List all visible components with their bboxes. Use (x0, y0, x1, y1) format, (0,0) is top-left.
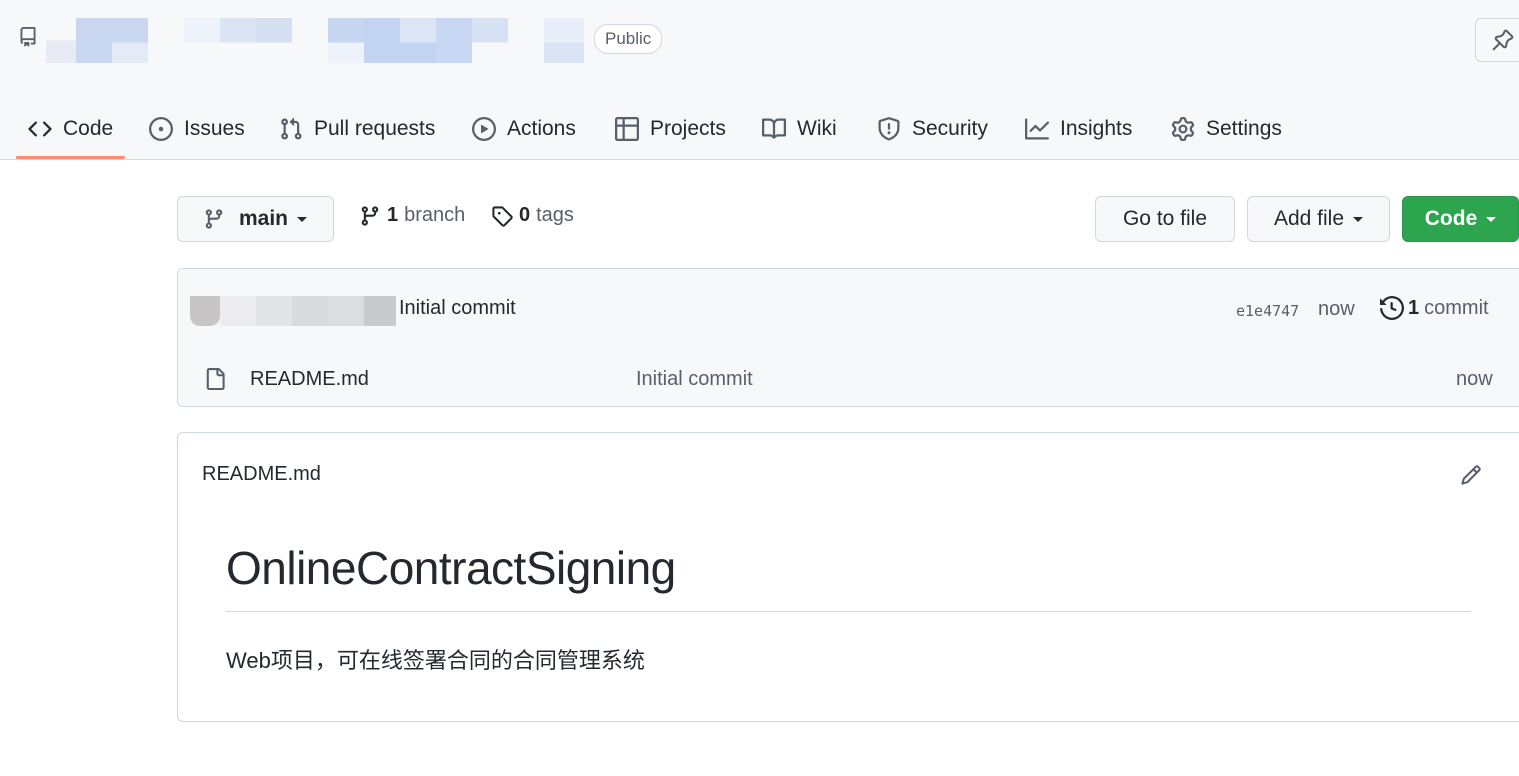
table-icon (615, 116, 639, 141)
code-icon (28, 120, 52, 137)
readme-heading: OnlineContractSigning (226, 542, 676, 594)
book-icon (762, 117, 786, 139)
redacted-commit-author[interactable] (190, 296, 396, 326)
play-icon (472, 116, 496, 141)
tab-issues[interactable]: Issues (149, 100, 245, 157)
tag-label: tags (536, 204, 574, 226)
file-browser: Initial commit e1e4747 now 1 commit READ… (177, 268, 1519, 407)
latest-commit-bar: Initial commit e1e4747 now 1 commit (178, 269, 1519, 352)
commit-count: 1 (1408, 296, 1420, 319)
branches-link[interactable]: 1 branch (359, 204, 465, 227)
pin-icon (1492, 29, 1514, 51)
add-file-label: Add file (1273, 207, 1345, 230)
redacted-owner-name-part (184, 18, 292, 63)
shield-icon (878, 116, 900, 141)
tag-count: 0 (519, 204, 531, 226)
commit-count-label: commit (1424, 296, 1489, 319)
tab-settings[interactable]: Settings (1171, 100, 1282, 157)
branch-name: main (239, 207, 289, 230)
git-pull-request-icon (281, 117, 302, 140)
branch-select-button[interactable]: main (177, 196, 334, 242)
readme-filename[interactable]: README.md (202, 463, 321, 486)
repo-header: Public Code Issues Pull requests Actions… (0, 0, 1519, 160)
tab-actions-label: Actions (507, 116, 576, 140)
go-to-file-button[interactable]: Go to file (1095, 196, 1235, 242)
redacted-repo-name[interactable] (328, 18, 508, 63)
tab-settings-label: Settings (1206, 116, 1282, 140)
readme-description: Web项目，可在线签署合同的合同管理系统 (226, 648, 645, 673)
git-branch-icon (361, 205, 379, 226)
file-commit-message[interactable]: Initial commit (636, 368, 753, 391)
history-icon (1380, 296, 1404, 320)
active-tab-underline (16, 156, 125, 159)
tab-pull-requests[interactable]: Pull requests (279, 100, 435, 157)
file-row: README.md Initial commit now (178, 351, 1519, 406)
tab-security-label: Security (912, 116, 988, 140)
chevron-down-icon (297, 216, 308, 222)
branch-label: branch (404, 204, 466, 226)
commit-sha[interactable]: e1e4747 (1236, 302, 1299, 320)
add-file-button[interactable]: Add file (1247, 196, 1390, 242)
tab-issues-label: Issues (184, 116, 245, 140)
repo-icon (18, 26, 38, 48)
go-to-file-label: Go to file (1122, 207, 1208, 230)
commit-time: now (1318, 298, 1355, 320)
latest-commit-message[interactable]: Initial commit (399, 297, 516, 320)
code-button-label: Code (1424, 207, 1478, 230)
redacted-owner-name[interactable] (46, 18, 148, 63)
code-button[interactable]: Code (1402, 196, 1519, 242)
file-name[interactable]: README.md (250, 368, 369, 391)
tab-pull-requests-label: Pull requests (314, 116, 436, 140)
pin-button[interactable] (1475, 18, 1519, 62)
tab-insights[interactable]: Insights (1025, 100, 1132, 157)
readme-divider (226, 611, 1471, 612)
gear-icon (1171, 116, 1195, 141)
tab-wiki[interactable]: Wiki (762, 100, 837, 157)
issue-opened-icon (149, 116, 173, 141)
graph-icon (1025, 118, 1049, 139)
tab-actions[interactable]: Actions (472, 100, 576, 157)
readme-panel: README.md OnlineContractSigning Web项目，可在… (177, 432, 1519, 722)
chevron-down-icon (1486, 216, 1497, 222)
branch-count: 1 (387, 204, 399, 226)
tab-security[interactable]: Security (877, 100, 988, 157)
tag-icon (492, 205, 513, 227)
visibility-badge: Public (594, 24, 663, 54)
pencil-icon[interactable] (1460, 464, 1482, 486)
tab-wiki-label: Wiki (797, 116, 837, 140)
tab-insights-label: Insights (1060, 116, 1133, 140)
tab-projects[interactable]: Projects (615, 100, 726, 157)
commit-history-link[interactable]: 1 commit (1380, 296, 1489, 320)
tab-projects-label: Projects (650, 116, 726, 140)
file-commit-time: now (1456, 368, 1493, 390)
tab-code[interactable]: Code (28, 100, 113, 157)
git-branch-icon (205, 209, 223, 229)
file-icon (206, 368, 225, 390)
chevron-down-icon (1353, 216, 1364, 222)
tags-link[interactable]: 0 tags (491, 204, 574, 227)
redacted-repo-name-part (544, 18, 584, 63)
tab-code-label: Code (63, 116, 114, 140)
